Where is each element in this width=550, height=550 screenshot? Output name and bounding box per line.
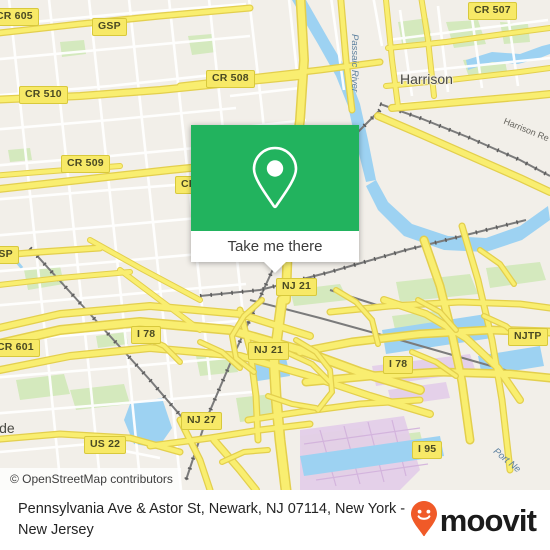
osm-attribution-text: © OpenStreetMap contributors	[10, 472, 173, 486]
place-label-harrison: Harrison	[400, 71, 453, 87]
shield-gsp-left[interactable]: GSP	[0, 246, 19, 264]
take-me-there-button[interactable]: Take me there	[191, 231, 359, 262]
shield-nj-21-south[interactable]: NJ 21	[248, 342, 290, 360]
shield-cr-605[interactable]: CR 605	[0, 8, 39, 26]
shield-cr-508[interactable]: CR 508	[206, 70, 255, 88]
popup-card-header	[191, 125, 359, 231]
shield-cr-601[interactable]: CR 601	[0, 339, 40, 357]
shield-i-78-east[interactable]: I 78	[383, 356, 414, 374]
shield-cr-509[interactable]: CR 509	[61, 155, 110, 173]
shield-njtp[interactable]: NJTP	[508, 328, 548, 346]
water-label-passaic-river: Passaic River	[349, 34, 360, 93]
shield-i-95[interactable]: I 95	[412, 441, 443, 459]
osm-attribution[interactable]: © OpenStreetMap contributors	[0, 468, 181, 490]
map-canvas[interactable]: Harrison ide Passaic River Port Ne Harri…	[0, 0, 550, 490]
map-pin-icon	[252, 146, 298, 209]
take-me-there-label: Take me there	[227, 238, 323, 255]
footer-bar: Pennsylvania Ave & Astor St, Newark, NJ …	[0, 490, 550, 550]
shield-i-78-west[interactable]: I 78	[131, 326, 162, 344]
shield-cr-510[interactable]: CR 510	[19, 86, 68, 104]
shield-gsp-top[interactable]: GSP	[92, 18, 127, 36]
moovit-wordmark: moovit	[439, 502, 537, 538]
address-title: Pennsylvania Ave & Astor St, Newark, NJ …	[18, 501, 406, 538]
map-screenshot-root: Harrison ide Passaic River Port Ne Harri…	[0, 0, 550, 550]
moovit-logo[interactable]: moovit	[409, 500, 537, 540]
shield-nj-21-north[interactable]: NJ 21	[276, 278, 318, 296]
shield-nj-27[interactable]: NJ 27	[181, 412, 223, 430]
shield-cr-507[interactable]: CR 507	[468, 2, 517, 20]
moovit-pin-icon	[410, 501, 437, 537]
place-label-hillside: ide	[0, 420, 15, 436]
destination-popup-card[interactable]: Take me there	[191, 125, 359, 273]
shield-us-22[interactable]: US 22	[84, 436, 127, 454]
popup-card-tail	[264, 262, 286, 273]
